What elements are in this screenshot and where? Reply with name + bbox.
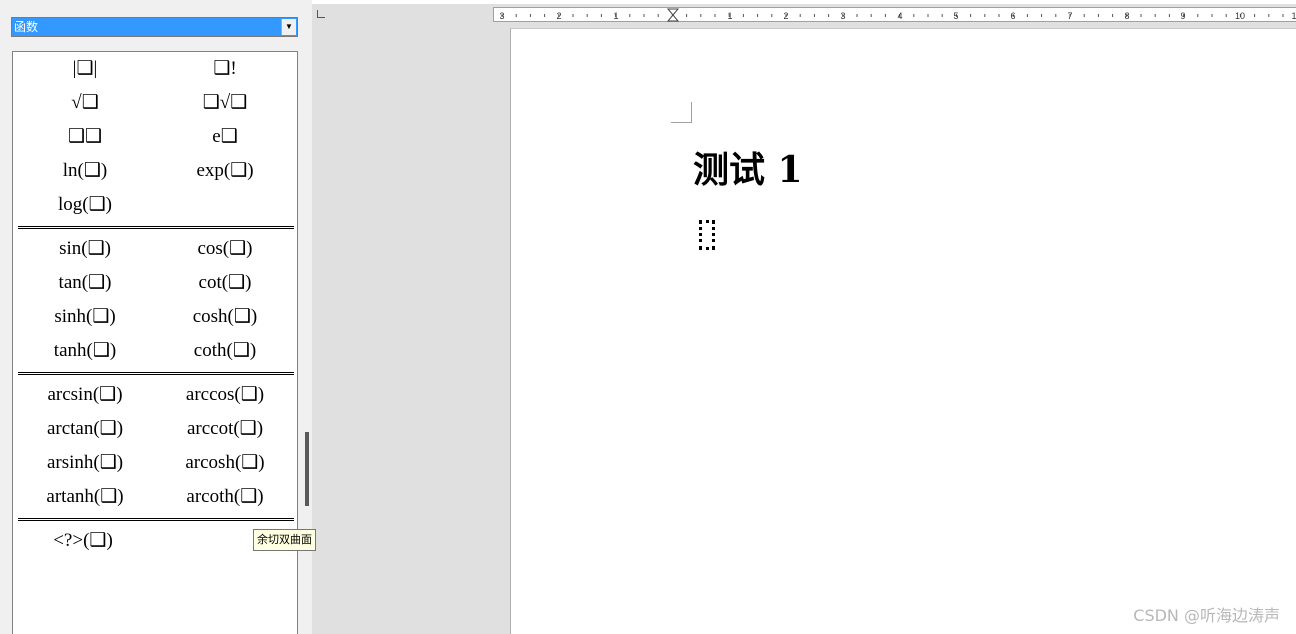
splitter-handle[interactable] [305,432,309,506]
indent-marker-icon[interactable] [666,8,680,22]
sin-symbol[interactable]: sin(❑) [15,235,155,263]
arccos-symbol[interactable]: arccos(❑) [155,381,295,409]
ruler-label: 1 [613,11,618,21]
tan-symbol[interactable]: tan(❑) [15,269,155,297]
ruler-label: 3 [499,11,504,21]
arcsin-symbol[interactable]: arcsin(❑) [15,381,155,409]
factorial-symbol[interactable]: ❑! [155,55,295,83]
ruler-label: 9 [1180,11,1185,21]
arctan-symbol[interactable]: arctan(❑) [15,415,155,443]
ruler-label: 5 [953,11,958,21]
arsinh-symbol[interactable]: arsinh(❑) [15,449,155,477]
ruler-scale: 3 2 1 1 2 3 4 5 6 7 8 9 10 1 [499,8,1296,22]
document-heading[interactable]: 测试 1 [693,141,803,193]
group-divider [18,226,294,229]
coth-symbol[interactable]: coth(❑) [155,337,295,365]
power-symbol[interactable]: ❑❑ [15,123,155,151]
nroot-symbol[interactable]: ❑√❑ [155,89,295,117]
horizontal-ruler[interactable]: 3 2 1 1 2 3 4 5 6 7 8 9 10 1 [493,7,1296,22]
top-strip [312,0,1296,4]
sinh-symbol[interactable]: sinh(❑) [15,303,155,331]
arcosh-symbol[interactable]: arcosh(❑) [155,449,295,477]
ruler-label: 2 [783,11,788,21]
watermark: CSDN @听海边涛声 [1133,606,1280,625]
tab-stop-selector[interactable] [317,10,325,18]
log-symbol[interactable]: log(❑) [15,191,155,219]
arcoth-symbol[interactable]: arcoth(❑) [155,483,295,511]
sqrt-symbol[interactable]: √❑ [15,89,155,117]
ruler-label: 1 [727,11,732,21]
abs-symbol[interactable]: |❑| [15,55,155,83]
text-boundary-corner [671,102,692,123]
category-selected-value: 函数 [14,20,39,34]
ruler-label: 2 [556,11,561,21]
group-divider [18,518,294,521]
ruler-label: 7 [1067,11,1072,21]
ruler-label: 4 [897,11,902,21]
cosh-symbol[interactable]: cosh(❑) [155,303,295,331]
document-area: 3 2 1 1 2 3 4 5 6 7 8 9 10 1 测试 1 [312,0,1296,634]
ruler-label: 1 [1291,11,1296,21]
category-dropdown[interactable]: 函数 ▼ [11,17,298,37]
ruler-label: 6 [1010,11,1015,21]
tooltip: 余切双曲面 [253,529,316,551]
arccot-symbol[interactable]: arccot(❑) [155,415,295,443]
ln-symbol[interactable]: ln(❑) [15,157,155,185]
custom-function-symbol[interactable]: <?>(❑) [13,527,153,555]
document-page[interactable]: 测试 1 [510,28,1296,634]
formula-object[interactable] [699,220,715,250]
chevron-down-icon[interactable]: ▼ [281,19,296,35]
ruler-label: 3 [840,11,845,21]
group-divider [18,372,294,375]
exp-power-symbol[interactable]: e❑ [155,123,295,151]
cos-symbol[interactable]: cos(❑) [155,235,295,263]
ruler-label: 10 [1235,11,1245,21]
cot-symbol[interactable]: cot(❑) [155,269,295,297]
ruler-label: 8 [1124,11,1129,21]
tanh-symbol[interactable]: tanh(❑) [15,337,155,365]
exp-symbol[interactable]: exp(❑) [155,157,295,185]
artanh-symbol[interactable]: artanh(❑) [15,483,155,511]
